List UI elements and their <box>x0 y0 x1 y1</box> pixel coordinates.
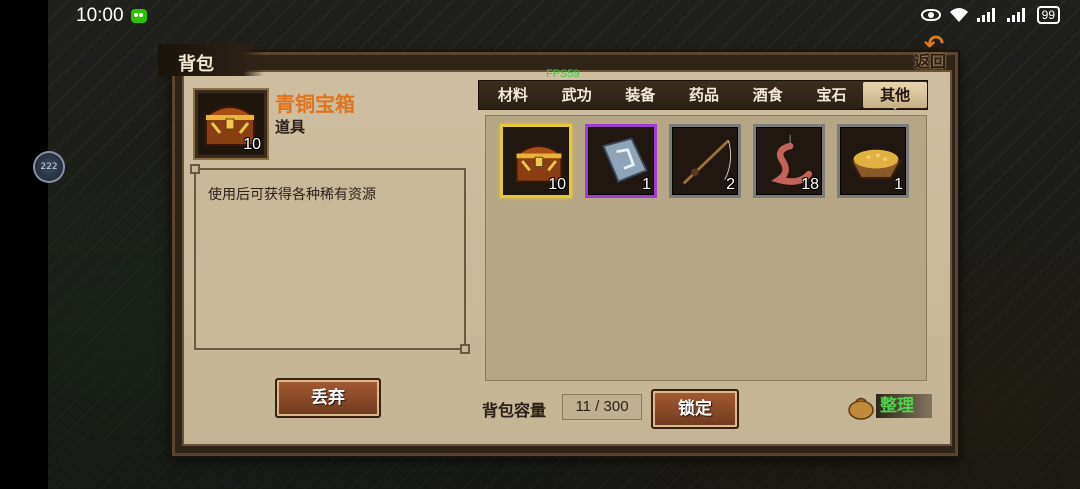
inventory-slot-1[interactable]: 10 <box>500 124 572 198</box>
tab-medicine[interactable]: 药品 <box>672 81 736 109</box>
capacity-label: 背包容量 <box>482 401 547 420</box>
eye-comfort-icon <box>920 9 941 21</box>
tab-equipment[interactable]: 装备 <box>608 81 672 109</box>
slot-count: 1 <box>642 176 651 193</box>
category-tabs: 材料 武功 装备 药品 酒食 宝石 其他 <box>478 80 928 110</box>
panel-title: 背包 <box>158 44 264 76</box>
item-description-box: 使用后可获得各种稀有资源 <box>190 164 470 354</box>
capacity-value: 11 / 300 <box>562 394 642 420</box>
status-icons: 99 <box>920 6 1060 24</box>
inventory-slot-4[interactable]: 18 <box>753 124 825 198</box>
wechat-notification-icon <box>131 9 147 23</box>
selected-item-name: 青铜宝箱 <box>275 92 355 116</box>
back-button[interactable]: ↶ 返回 <box>914 30 964 72</box>
status-bar: 10:00 99 <box>48 0 1080 32</box>
battery-indicator: 99 <box>1036 6 1060 24</box>
tab-materials[interactable]: 材料 <box>481 81 545 109</box>
selected-item-icon-frame: 10 <box>195 90 267 158</box>
discard-button[interactable]: 丢弃 <box>275 378 381 418</box>
selected-item-count: 10 <box>243 136 261 153</box>
sort-button[interactable]: 整理 <box>846 390 936 424</box>
sort-button-label: 整理 <box>876 394 932 418</box>
signal-icon-1 <box>976 8 999 22</box>
inventory-slot-3[interactable]: 2 <box>669 124 741 198</box>
inventory-slot-5[interactable]: 1 <box>837 124 909 198</box>
slot-count: 10 <box>548 176 566 193</box>
slot-count: 1 <box>894 176 903 193</box>
item-description: 使用后可获得各种稀有资源 <box>208 187 376 203</box>
left-black-bar <box>0 0 48 489</box>
lock-button[interactable]: 锁定 <box>651 389 739 429</box>
slot-count: 2 <box>726 176 735 193</box>
tab-food-wine[interactable]: 酒食 <box>736 81 800 109</box>
selected-item-type: 道具 <box>275 118 306 136</box>
back-button-label: 返回 <box>914 52 947 71</box>
money-bag-icon <box>848 397 874 420</box>
fps-counter: FPS59 <box>546 68 580 80</box>
tab-martial-arts[interactable]: 武功 <box>545 81 609 109</box>
slot-count: 18 <box>801 176 819 193</box>
inventory-slot-2[interactable]: 1 <box>585 124 657 198</box>
floating-assistant-ball[interactable]: 222 <box>33 151 65 183</box>
signal-icon-2 <box>1006 8 1029 22</box>
tab-others[interactable]: 其他 <box>863 82 928 110</box>
tab-gems[interactable]: 宝石 <box>800 81 864 109</box>
status-time: 10:00 <box>76 5 124 26</box>
wifi-icon <box>949 7 969 23</box>
